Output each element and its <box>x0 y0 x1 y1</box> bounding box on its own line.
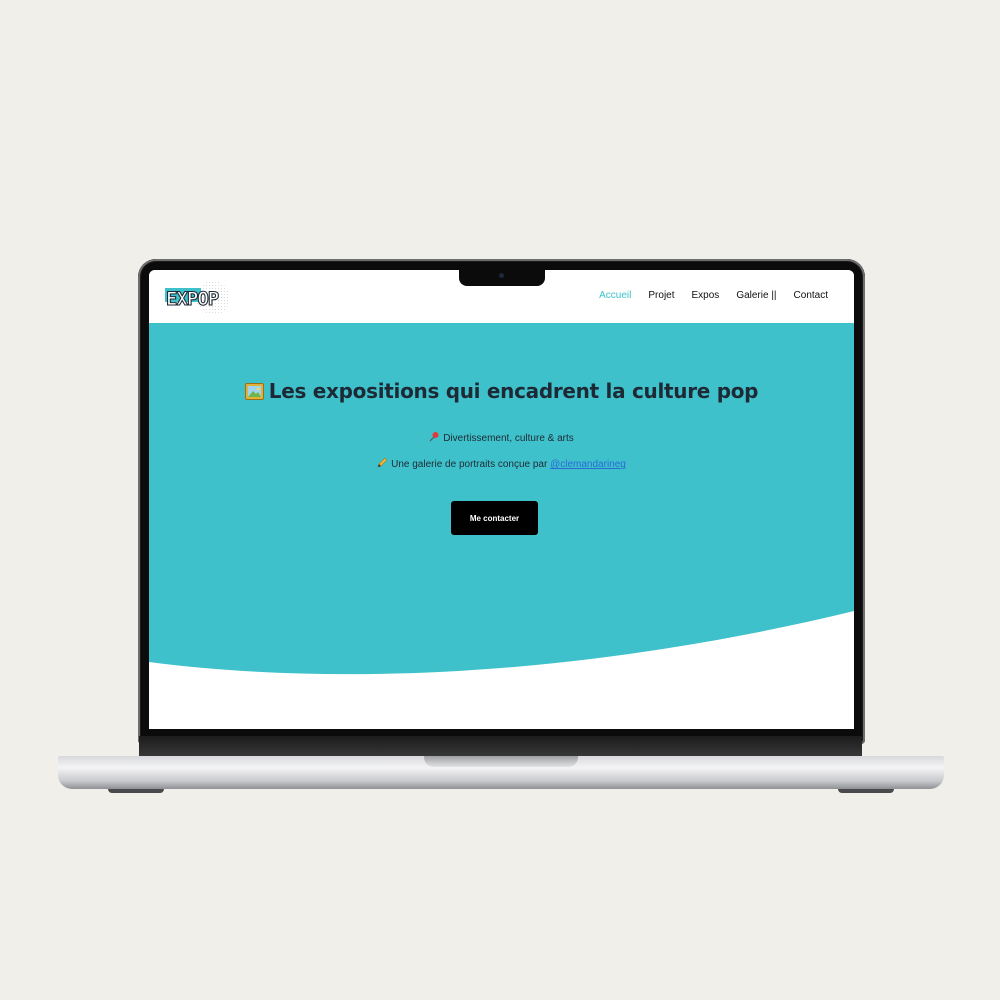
browser-screen: EXPOP Accueil Projet Expos Galerie || Co… <box>149 270 854 729</box>
expop-logo[interactable]: EXPOP <box>163 278 233 318</box>
hero-tagline: Divertissement, culture & arts <box>149 431 854 444</box>
contact-button[interactable]: Me contacter <box>451 501 538 535</box>
hero-title: Les expositions qui encadrent la culture… <box>149 379 854 403</box>
laptop-hinge <box>139 736 862 758</box>
author-handle-link[interactable]: @clemandarineg <box>550 459 626 470</box>
main-nav: Accueil Projet Expos Galerie || Contact <box>582 290 828 301</box>
hero-title-text: Les expositions qui encadrent la culture… <box>268 379 759 403</box>
laptop-base <box>58 756 944 789</box>
pushpin-icon <box>429 431 440 442</box>
framed-picture-icon <box>244 381 264 400</box>
nav-item-galerie[interactable]: Galerie || <box>736 290 776 301</box>
hero-credit: Une galerie de portraits conçue par @cle… <box>149 457 854 470</box>
nav-item-projet[interactable]: Projet <box>648 290 674 301</box>
logo-text: EXPOP <box>166 288 219 310</box>
nav-item-expos[interactable]: Expos <box>692 290 720 301</box>
nav-item-accueil[interactable]: Accueil <box>599 290 631 301</box>
nav-item-contact[interactable]: Contact <box>794 290 828 301</box>
credit-text: Une galerie de portraits conçue par <box>391 459 551 470</box>
pencil-icon <box>377 457 388 468</box>
camera-icon <box>499 273 504 278</box>
hero-section: Les expositions qui encadrent la culture… <box>149 323 854 729</box>
logo-graphic: EXPOP <box>165 281 230 315</box>
tagline-text: Divertissement, culture & arts <box>443 433 574 444</box>
camera-notch <box>459 270 545 286</box>
laptop-foot-left <box>108 789 164 793</box>
lid-opening-notch <box>424 756 578 767</box>
laptop-foot-right <box>838 789 894 793</box>
